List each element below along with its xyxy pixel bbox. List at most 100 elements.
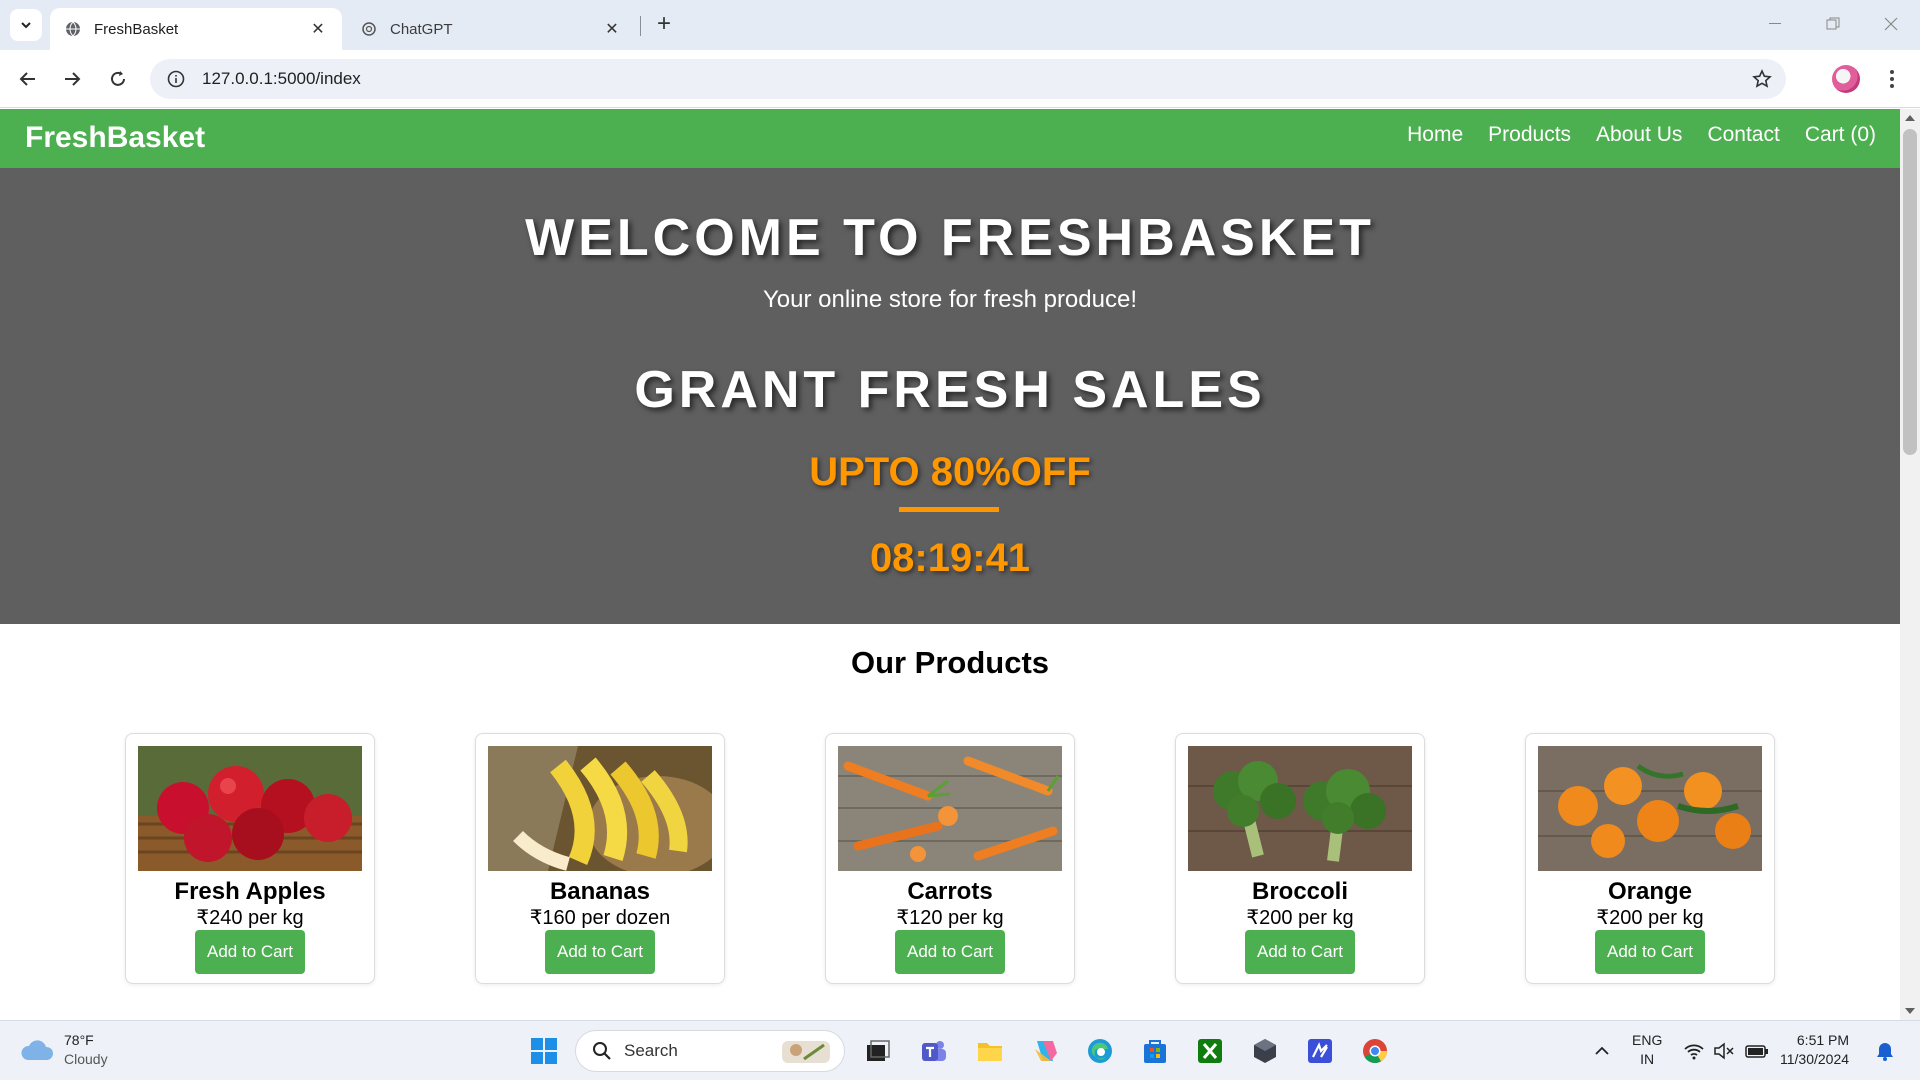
countdown-timer: 08:19:41 — [869, 536, 1031, 580]
apples-image — [138, 746, 362, 871]
nav-products-link[interactable]: Products — [1488, 123, 1571, 147]
hero-title: WELCOME TO FRESHBASKET — [525, 209, 1375, 267]
task-view-icon[interactable] — [860, 1033, 896, 1069]
file-explorer-icon[interactable] — [972, 1033, 1008, 1069]
teams-icon[interactable] — [916, 1033, 952, 1069]
copilot-icon[interactable] — [1027, 1033, 1063, 1069]
weather-condition: Cloudy — [64, 1051, 108, 1067]
region-code: IN — [1640, 1051, 1655, 1067]
browser-toolbar: 127.0.0.1:5000/index — [0, 50, 1920, 108]
scroll-up-icon[interactable] — [1905, 115, 1915, 121]
close-window-icon[interactable] — [1868, 8, 1914, 40]
address-bar[interactable]: 127.0.0.1:5000/index — [150, 59, 1786, 99]
search-label: Search — [624, 1041, 678, 1060]
search-highlight-icon — [782, 1041, 830, 1063]
clock-date: 11/30/2024 — [1780, 1051, 1850, 1067]
product-card-carrots: Carrots ₹120 per kg Add to Cart — [825, 733, 1075, 984]
nav-cart-link[interactable]: Cart (0) — [1805, 123, 1876, 147]
site-navbar: FreshBasket Home Products About Us Conta… — [0, 109, 1900, 168]
show-hidden-icons-icon[interactable] — [1584, 1033, 1620, 1069]
chevron-down-icon — [21, 22, 31, 29]
windows-start-icon[interactable] — [526, 1033, 562, 1069]
close-tab-icon[interactable]: ✕ — [308, 19, 328, 39]
product-name: Carrots — [907, 878, 993, 905]
nav-home-link[interactable]: Home — [1407, 123, 1463, 147]
language-indicator[interactable]: ENG IN — [1632, 1031, 1662, 1069]
product-price: ₹160 per dozen — [529, 907, 671, 929]
tab-title: FreshBasket — [94, 20, 179, 38]
minimize-icon[interactable] — [1752, 8, 1798, 40]
tab-chatgpt[interactable]: ChatGPT ✕ — [346, 8, 636, 50]
new-tab-button[interactable]: + — [650, 10, 678, 38]
scrollbar-thumb[interactable] — [1903, 129, 1917, 455]
microsoft-store-icon[interactable] — [1137, 1033, 1173, 1069]
nav-links: Home Products About Us Contact Cart (0) — [1407, 123, 1876, 147]
edge-icon[interactable] — [1082, 1033, 1118, 1069]
product-card-broccoli: Broccoli ₹200 per kg Add to Cart — [1175, 733, 1425, 984]
visual-studio-icon[interactable] — [1302, 1033, 1338, 1069]
search-icon — [593, 1042, 611, 1060]
add-to-cart-button[interactable]: Add to Cart — [1595, 930, 1705, 974]
product-price: ₹200 per kg — [1246, 907, 1354, 929]
globe-icon — [64, 20, 82, 38]
tab-title: ChatGPT — [390, 20, 453, 38]
page-viewport: FreshBasket Home Products About Us Conta… — [0, 109, 1920, 1020]
chrome-icon[interactable] — [1357, 1033, 1393, 1069]
product-price: ₹120 per kg — [896, 907, 1004, 929]
battery-icon[interactable] — [1742, 1033, 1772, 1069]
scroll-down-icon[interactable] — [1905, 1008, 1915, 1014]
product-name: Fresh Apples — [174, 878, 326, 905]
page-scrollbar[interactable] — [1900, 109, 1920, 1020]
tab-search-button[interactable] — [10, 9, 42, 41]
offer-divider — [899, 507, 999, 512]
weather-widget[interactable]: 78°F Cloudy — [20, 1031, 108, 1069]
language-code: ENG — [1632, 1032, 1663, 1048]
add-to-cart-button[interactable]: Add to Cart — [895, 930, 1005, 974]
notification-bell-icon[interactable] — [1870, 1033, 1900, 1069]
site-brand[interactable]: FreshBasket — [25, 121, 205, 155]
reload-icon[interactable] — [102, 63, 134, 95]
cloud-icon — [21, 1040, 54, 1060]
back-arrow-icon[interactable] — [12, 63, 44, 95]
clock-time: 6:51 PM — [1796, 1032, 1850, 1048]
sale-offer: UPTO 80%OFF — [809, 450, 1091, 494]
site-info-icon[interactable] — [166, 69, 186, 89]
windows-taskbar: 78°F Cloudy Search ENG IN 6:51 PM 11/30/… — [0, 1020, 1920, 1080]
weather-temp: 78°F — [64, 1032, 94, 1048]
product-name: Bananas — [549, 878, 651, 905]
tab-separator — [640, 16, 641, 36]
xbox-icon[interactable] — [1192, 1033, 1228, 1069]
orange-image — [1538, 746, 1762, 871]
close-tab-icon[interactable]: ✕ — [602, 19, 622, 39]
products-heading: Our Products — [850, 645, 1050, 680]
tab-freshbasket[interactable]: FreshBasket ✕ — [50, 8, 342, 50]
add-to-cart-button[interactable]: Add to Cart — [1245, 930, 1355, 974]
browser-menu-icon[interactable] — [1880, 64, 1904, 94]
product-card-apples: Fresh Apples ₹240 per kg Add to Cart — [125, 733, 375, 984]
bookmark-star-icon[interactable] — [1750, 67, 1774, 91]
hero-banner: WELCOME TO FRESHBASKET Your online store… — [0, 168, 1900, 624]
carrots-image — [838, 746, 1062, 871]
product-name: Broccoli — [1251, 878, 1349, 905]
nav-about-link[interactable]: About Us — [1596, 123, 1682, 147]
broccoli-image — [1188, 746, 1412, 871]
add-to-cart-button[interactable]: Add to Cart — [545, 930, 655, 974]
wifi-icon[interactable] — [1680, 1033, 1708, 1069]
profile-avatar[interactable] — [1832, 65, 1860, 93]
product-card-bananas: Bananas ₹160 per dozen Add to Cart — [475, 733, 725, 984]
nav-contact-link[interactable]: Contact — [1707, 123, 1779, 147]
volume-muted-icon[interactable] — [1710, 1033, 1738, 1069]
bananas-image — [488, 746, 712, 871]
url-text: 127.0.0.1:5000/index — [202, 69, 361, 88]
product-name: Orange — [1607, 878, 1693, 905]
hero-tagline: Your online store for fresh produce! — [762, 286, 1137, 313]
taskbar-search[interactable]: Search — [575, 1030, 845, 1072]
browser-tab-strip: FreshBasket ✕ ChatGPT ✕ + — [0, 0, 1920, 50]
app-cube-icon[interactable] — [1247, 1033, 1283, 1069]
product-price: ₹200 per kg — [1596, 907, 1704, 929]
forward-arrow-icon[interactable] — [56, 63, 88, 95]
restore-icon[interactable] — [1810, 8, 1856, 40]
product-card-orange: Orange ₹200 per kg Add to Cart — [1525, 733, 1775, 984]
add-to-cart-button[interactable]: Add to Cart — [195, 930, 305, 974]
system-clock[interactable]: 6:51 PM 11/30/2024 — [1780, 1031, 1849, 1069]
